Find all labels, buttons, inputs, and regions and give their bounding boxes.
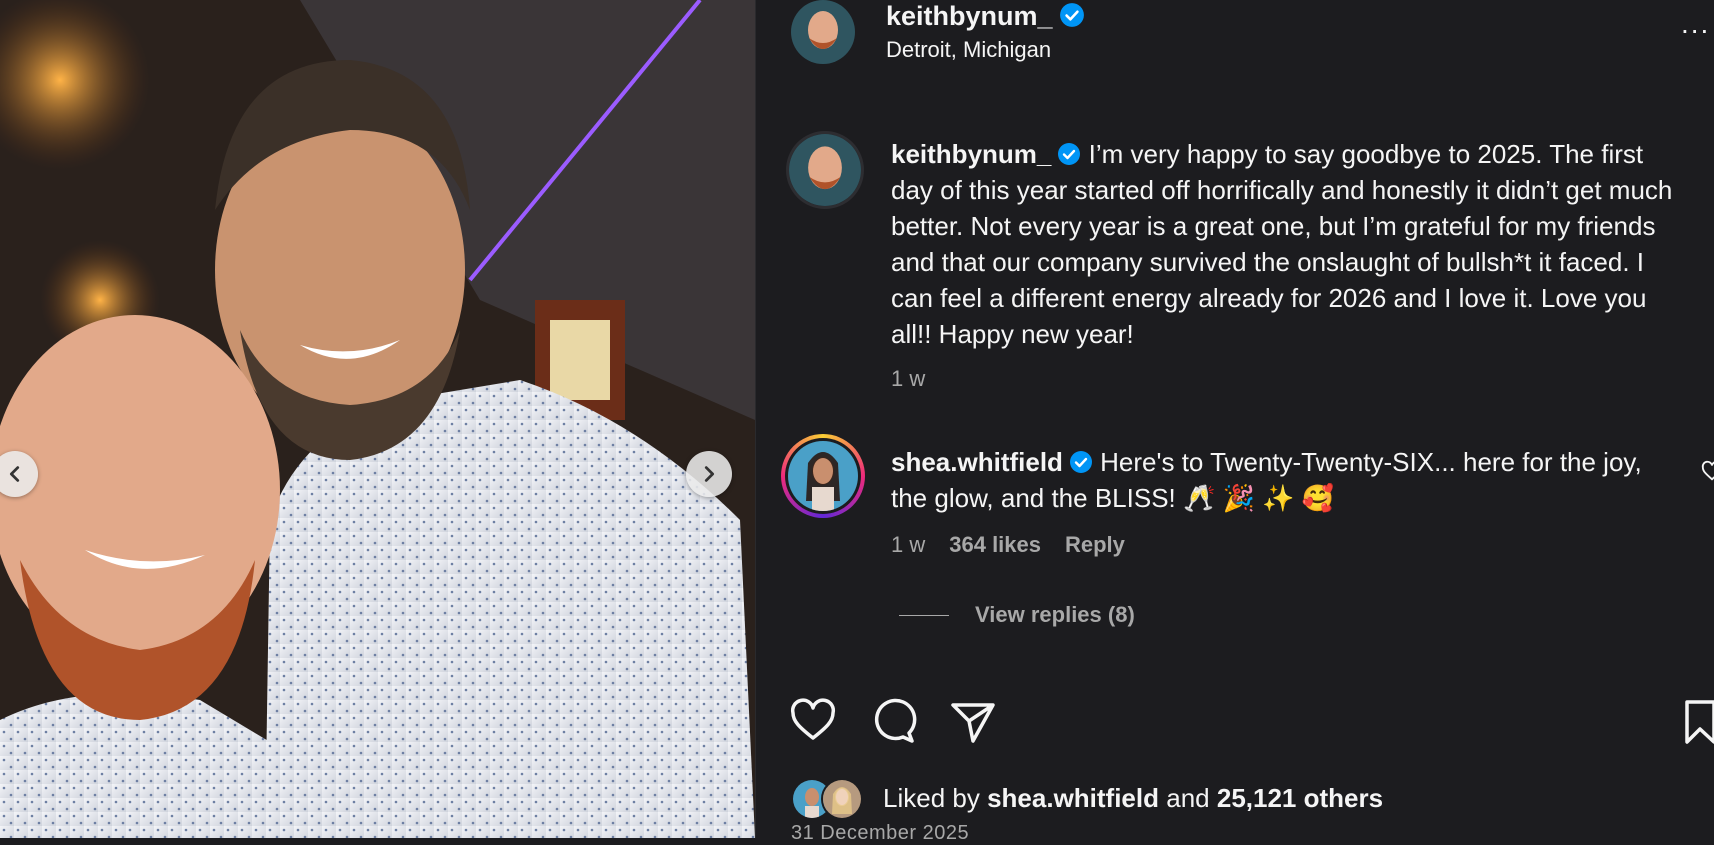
chevron-right-icon bbox=[704, 466, 715, 482]
verified-badge-icon bbox=[1069, 451, 1092, 473]
carousel-next-button[interactable] bbox=[686, 451, 732, 497]
comment-icon[interactable] bbox=[869, 697, 917, 745]
chevron-left-icon bbox=[9, 466, 20, 482]
verified-badge-icon bbox=[1058, 143, 1081, 165]
photo-image bbox=[0, 0, 755, 838]
comment: shea.whitfield Here's to Twenty-Twenty-S… bbox=[891, 444, 1671, 516]
post-actions bbox=[789, 697, 997, 745]
likes-count[interactable]: 25,121 others bbox=[1217, 783, 1383, 814]
caption-username[interactable]: keithbynum_ bbox=[891, 139, 1051, 169]
caption-timestamp[interactable]: 1 w bbox=[891, 366, 925, 392]
comment-likes-count[interactable]: 364 likes bbox=[949, 532, 1041, 558]
comment-heart-icon[interactable] bbox=[1701, 460, 1714, 482]
post-date: 31 December 2025 bbox=[791, 822, 970, 844]
post-photo[interactable] bbox=[0, 0, 755, 838]
more-options-button[interactable]: ... bbox=[1681, 10, 1710, 38]
caption-author-avatar[interactable] bbox=[786, 131, 864, 209]
likes-summary[interactable]: Liked by shea.whitfield and 25,121 other… bbox=[791, 778, 1383, 820]
liker-avatar bbox=[821, 778, 863, 820]
liked-by-user[interactable]: shea.whitfield bbox=[987, 783, 1159, 814]
author-avatar[interactable] bbox=[791, 0, 855, 64]
comment-username[interactable]: shea.whitfield bbox=[891, 447, 1063, 477]
post-detail-panel: keithbynum_ Detroit, Michigan ... keithb… bbox=[755, 0, 1714, 844]
commenter-avatar[interactable] bbox=[781, 434, 865, 518]
heart-icon[interactable] bbox=[789, 697, 837, 745]
post-caption: keithbynum_ I’m very happy to say goodby… bbox=[891, 136, 1691, 352]
caption-text: I’m very happy to say goodbye to 2025. T… bbox=[891, 139, 1673, 349]
bookmark-icon[interactable] bbox=[1684, 699, 1714, 745]
verified-badge-icon bbox=[1059, 3, 1084, 27]
post-location[interactable]: Detroit, Michigan bbox=[886, 37, 1051, 63]
view-replies-button[interactable]: View replies (8) bbox=[899, 602, 1135, 628]
divider bbox=[899, 614, 949, 616]
liked-by-avatars bbox=[791, 778, 871, 820]
comment-meta: 1 w 364 likes Reply bbox=[891, 532, 1125, 558]
share-icon[interactable] bbox=[949, 697, 997, 745]
reply-button[interactable]: Reply bbox=[1065, 532, 1125, 558]
author-username[interactable]: keithbynum_ bbox=[886, 0, 1085, 32]
comment-timestamp[interactable]: 1 w bbox=[891, 532, 925, 558]
